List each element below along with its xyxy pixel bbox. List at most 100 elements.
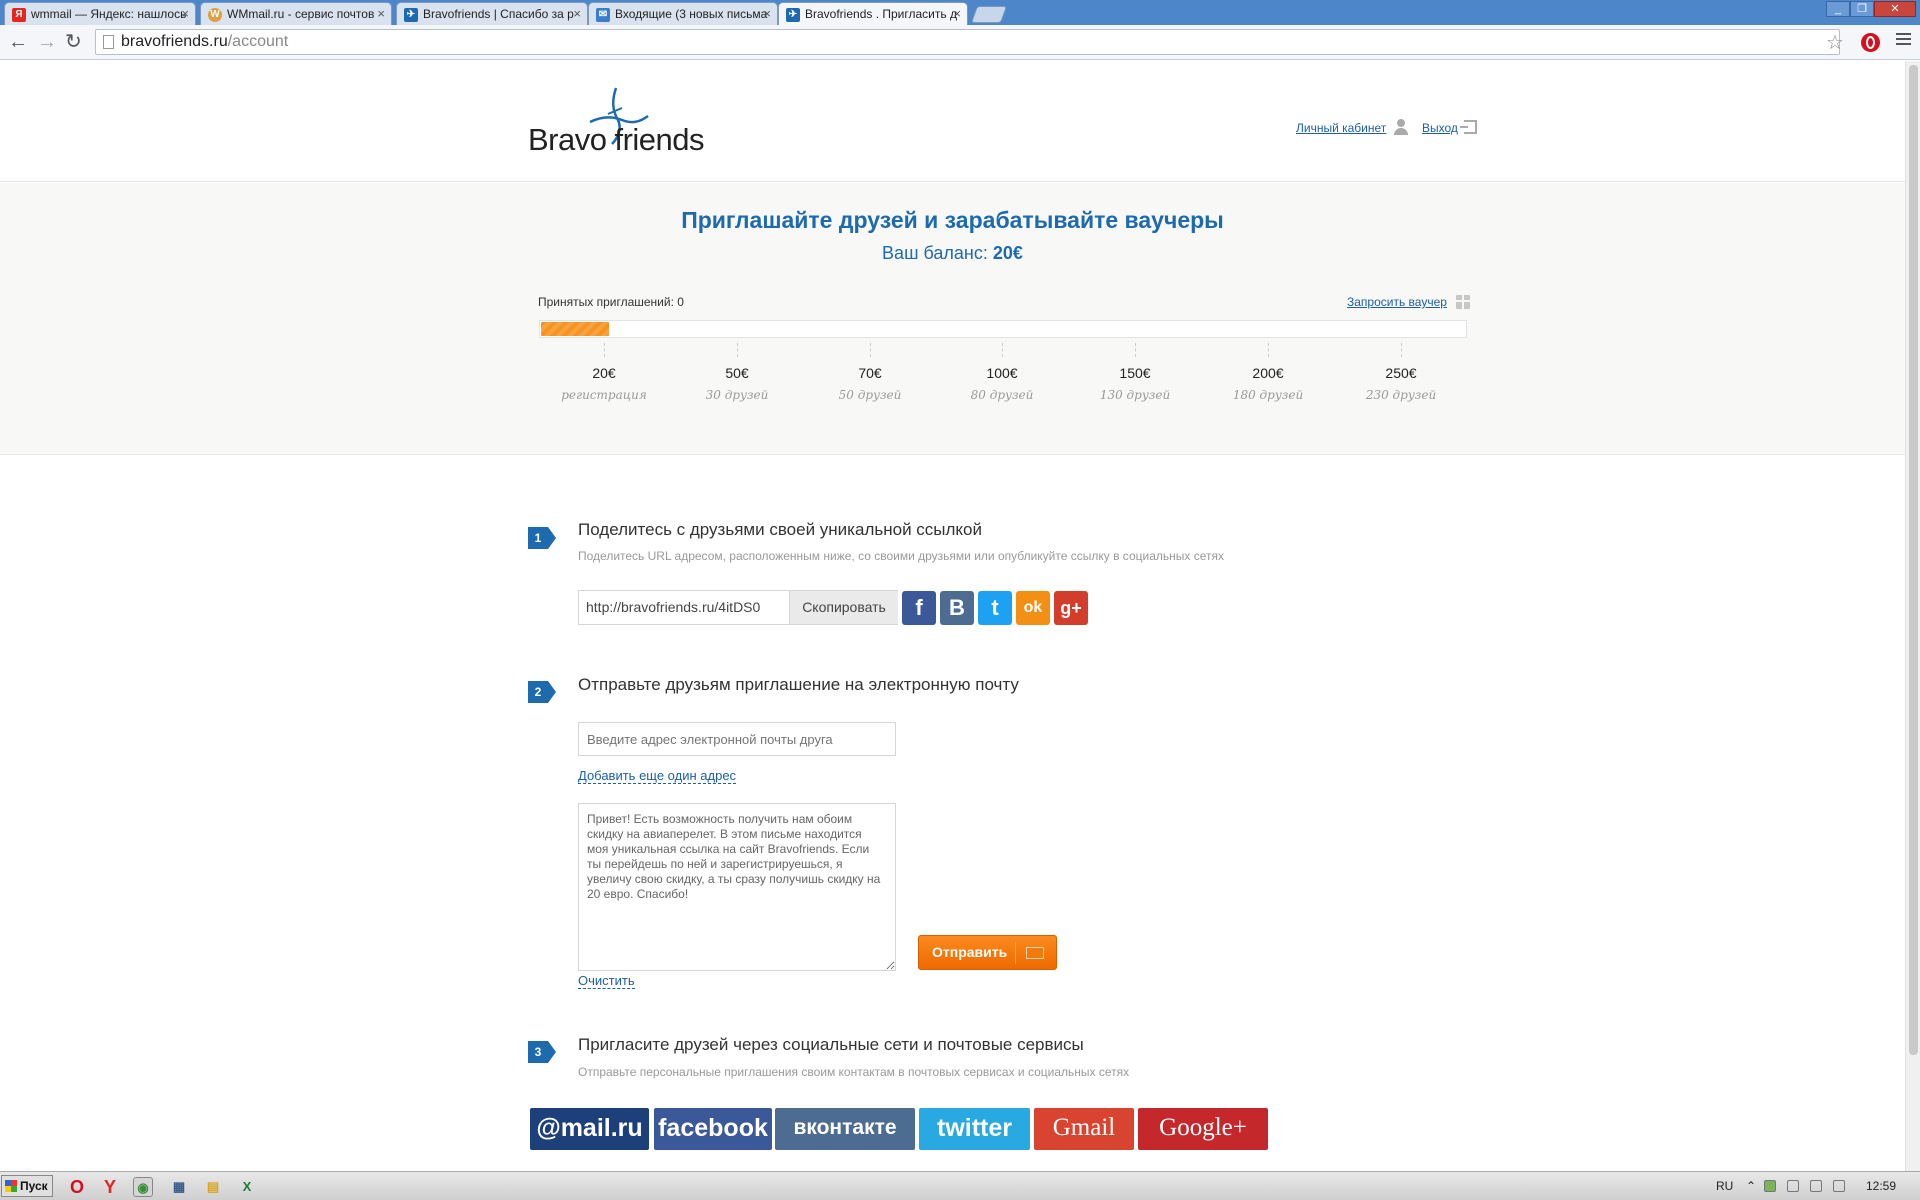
address-bar[interactable]: bravofriends.ru/account [95,29,1840,55]
windows-logo-icon [5,1180,17,1192]
logo-text: Bravo friends [528,122,705,158]
user-icon [1394,119,1408,135]
envelope-icon [1026,947,1044,959]
reload-icon[interactable]: ↻ [65,31,82,53]
share-url-field[interactable]: http://bravofriends.ru/4itDS0 [586,599,760,615]
twitter-icon[interactable]: t [978,591,1012,625]
tab-title: wmmail — Яндекс: нашлось [31,7,187,21]
balance: Ваш баланс: 20€ [0,243,1905,264]
google-plus-icon[interactable]: g+ [1054,591,1088,625]
browser-tab-4[interactable]: ✉ Входящие (3 новых письма × [588,2,778,25]
accepted-invites: Принятых приглашений: 0 [538,295,684,309]
milestone-note: 80 друзей [970,388,1034,402]
back-arrow-icon[interactable]: ← [8,31,28,53]
clock[interactable]: 12:59 [1866,1179,1896,1193]
browser-toolbar: ← → ↻ bravofriends.ru/account [0,25,1920,60]
close-window-icon[interactable]: ✕ [1874,1,1916,17]
logout-link[interactable]: Выход [1422,121,1458,135]
close-icon[interactable]: × [953,6,961,21]
milestone-tick [736,343,738,357]
clear-link[interactable]: Очистить [578,973,635,989]
milestone-amount: 20€ [592,365,616,381]
gift-icon [1456,295,1470,309]
logout-icon [1460,120,1477,134]
yandex-browser-taskbar-icon[interactable]: Y [100,1177,120,1197]
volume-tray-icon[interactable] [1833,1180,1845,1192]
milestone-tick [603,343,605,357]
copy-button[interactable]: Скопировать [789,591,898,624]
tray-expand-icon[interactable]: ⌃ [1746,1179,1756,1193]
milestone: 20€ регистрация [544,343,664,402]
gmail-button[interactable]: Gmail [1034,1108,1134,1150]
vertical-scrollbar[interactable] [1905,61,1920,1171]
explorer-taskbar-icon[interactable]: ▤ [203,1177,223,1197]
connection-tray-icon[interactable] [1810,1180,1822,1192]
google-plus-button[interactable]: Google+ [1138,1108,1268,1150]
taskbar: Пуск O Y ◉ ▦ ▤ X RU ⌃ 12:59 [0,1171,1920,1200]
milestone-tick [1267,343,1269,357]
send-button[interactable]: Отправить [918,935,1057,970]
start-button[interactable]: Пуск [1,1175,53,1197]
account-link[interactable]: Личный кабинет [1296,121,1386,135]
tab-title: Bravofriends | Спасибо за р [423,7,574,21]
restore-icon[interactable]: ❐ [1850,1,1874,17]
milestone: 100€ 80 друзей [942,343,1062,402]
facebook-button[interactable]: facebook [654,1108,772,1150]
opera-taskbar-icon[interactable]: O [67,1177,87,1197]
tab-title: Bravofriends . Пригласить д [805,7,957,21]
network-tray-icon[interactable] [1764,1180,1776,1192]
balance-value: 20€ [992,243,1023,263]
minimize-icon[interactable]: _ [1826,1,1850,17]
start-label: Пуск [20,1179,48,1193]
url-path: /account [227,33,289,50]
milestone-note: 130 друзей [1099,388,1171,402]
browser-tab-5-active[interactable]: ✈ Bravofriends . Пригласить д × [778,2,968,26]
language-indicator[interactable]: RU [1716,1179,1733,1193]
forward-arrow-icon[interactable]: → [37,31,57,53]
twitter-button[interactable]: twitter [919,1108,1030,1150]
bravofriends-logo[interactable]: Bravo friends [528,86,705,157]
balance-label: Ваш баланс: [882,243,988,263]
add-address-link[interactable]: Добавить еще один адрес [578,768,737,784]
vkontakte-button[interactable]: вконтакте [775,1108,915,1150]
milestone-amount: 200€ [1252,365,1284,381]
milestone: 70€ 50 друзей [810,343,930,402]
flag-tray-icon[interactable] [1787,1180,1799,1192]
excel-taskbar-icon[interactable]: X [237,1177,257,1197]
browser-tab-3[interactable]: ✈ Bravofriends | Спасибо за р × [396,2,588,25]
vkontakte-icon[interactable]: B [940,591,974,625]
app-taskbar-icon[interactable]: ▦ [169,1177,189,1197]
send-label: Отправить [932,944,1008,960]
scrollbar-thumb[interactable] [1909,65,1918,1055]
progress-bar-fill [541,322,609,336]
menu-icon[interactable] [1896,33,1911,48]
close-icon[interactable]: × [763,6,771,21]
bravofriends-icon: ✈ [786,8,800,22]
odnoklassniki-icon[interactable]: ok [1016,591,1050,625]
browser-tab-bar: Я wmmail — Яндекс: нашлось × W WMmail.ru… [0,0,1920,26]
bookmark-star-icon[interactable]: ☆ [1826,30,1844,55]
mailru-button[interactable]: @mail.ru [530,1108,649,1150]
browser-tab-1[interactable]: Я wmmail — Яндекс: нашлось × [4,2,196,25]
chrome-taskbar-icon[interactable]: ◉ [133,1177,153,1197]
milestone-tick [1001,343,1003,357]
wmmail-icon: W [208,8,222,22]
browser-tab-2[interactable]: W WMmail.ru - сервис почтов × [200,2,392,25]
friend-email-input[interactable] [578,722,896,756]
logo-word-friends: friends [614,122,705,157]
step1-title: Поделитесь с друзьями своей уникальной с… [578,520,982,539]
milestone-note: 30 друзей [705,388,769,402]
milestone-amount: 100€ [986,365,1018,381]
close-icon[interactable]: × [573,6,581,21]
request-voucher-link[interactable]: Запросить ваучер [1347,295,1447,309]
step-number-2: 2 [528,681,556,703]
facebook-icon[interactable]: f [902,591,936,625]
opera-icon[interactable] [1861,33,1880,52]
close-icon[interactable]: × [181,6,189,21]
tab-title: Входящие (3 новых письма [615,7,768,21]
logo-word-bravo: Bravo [528,122,607,157]
close-icon[interactable]: × [377,6,385,21]
invite-message-textarea[interactable]: Привет! Есть возможность получить нам об… [578,803,896,971]
page-title: Приглашайте друзей и зарабатывайте вауче… [681,207,1224,233]
new-tab-button[interactable] [970,6,1008,23]
